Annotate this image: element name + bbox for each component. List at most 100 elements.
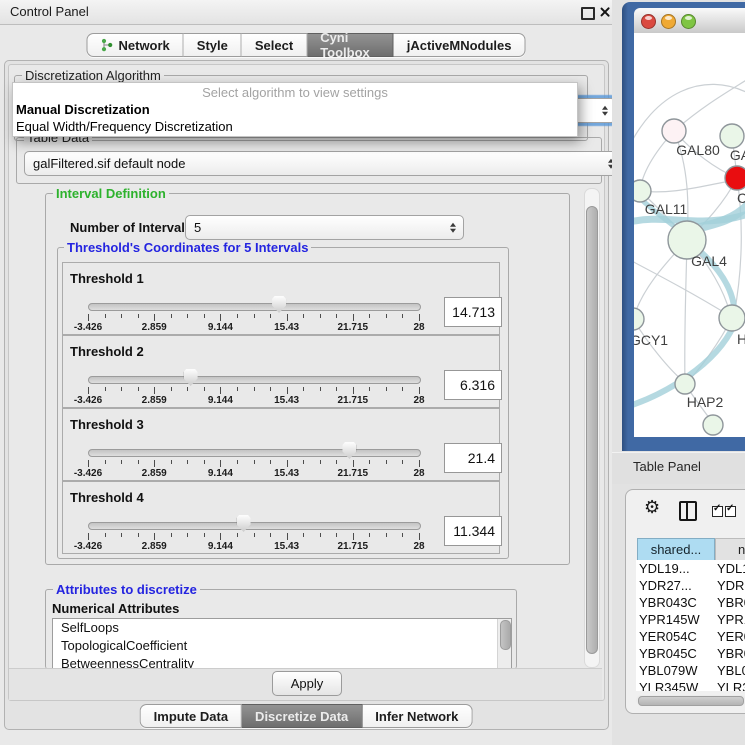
network-node-hap2[interactable] xyxy=(675,374,695,394)
network-node-h[interactable] xyxy=(719,305,745,331)
tick-mark xyxy=(402,533,403,537)
tick-mark xyxy=(254,533,255,537)
tick-label: 28 xyxy=(389,541,449,552)
table-hscrollbar-track[interactable] xyxy=(636,695,745,705)
tick-mark xyxy=(204,314,205,318)
attribute-item-topologicalcoefficient[interactable]: TopologicalCoefficient xyxy=(53,637,511,655)
number-of-intervals-combobox[interactable]: 5 xyxy=(185,215,464,240)
table-row[interactable]: YPR145WYPR1 xyxy=(636,611,745,628)
threshold-slider-track[interactable] xyxy=(88,522,421,530)
network-canvas[interactable]: GAL80GACGAL11GAL4GCY1HHAP2 xyxy=(634,33,745,437)
tick-mark xyxy=(204,387,205,391)
tick-mark xyxy=(402,387,403,391)
table-row[interactable]: YER054CYER0 xyxy=(636,628,745,645)
network-edge[interactable] xyxy=(674,79,745,131)
algorithm-option-manual-discretization[interactable]: Manual Discretization xyxy=(13,101,577,118)
attributes-list-scrollbar-thumb[interactable] xyxy=(500,620,511,650)
close-icon[interactable] xyxy=(599,6,611,18)
tick-mark xyxy=(204,533,205,537)
network-node-gal80[interactable] xyxy=(662,119,686,143)
tick-mark xyxy=(386,533,387,537)
tab-select[interactable]: Select xyxy=(242,33,307,57)
network-edge[interactable] xyxy=(640,180,737,192)
table-row[interactable]: YDL19...YDL1 xyxy=(636,560,745,577)
tick-mark xyxy=(220,460,221,467)
tick-mark xyxy=(369,387,370,391)
thresholds-group-label: Threshold's Coordinates for 5 Intervals xyxy=(64,240,311,255)
network-node-gcy1[interactable] xyxy=(634,308,644,330)
table-panel-container: ⚙ shared... na YDL19...YDL1YDR27...YDR2Y… xyxy=(625,489,745,714)
split-columns-icon[interactable] xyxy=(679,501,697,521)
close-light-icon[interactable] xyxy=(641,14,656,29)
tick-mark xyxy=(88,533,89,540)
table-row[interactable]: YBR045CYBR0 xyxy=(636,645,745,662)
tick-mark xyxy=(105,387,106,391)
threshold-1-panel: Threshold 1-3.4262.8599.14415.4321.71528… xyxy=(62,262,500,335)
apply-button[interactable]: Apply xyxy=(272,671,342,696)
zoom-light-icon[interactable] xyxy=(681,14,696,29)
tab-infer-network[interactable]: Infer Network xyxy=(362,704,472,728)
settings-gear-icon[interactable]: ⚙ xyxy=(644,498,660,516)
column-header-shared-name[interactable]: shared... xyxy=(637,538,715,561)
tab-network[interactable]: Network xyxy=(87,33,184,57)
threshold-slider-track[interactable] xyxy=(88,449,421,457)
checkbox-icon[interactable] xyxy=(712,506,723,517)
network-node-gal11[interactable] xyxy=(634,180,651,202)
table-row[interactable]: YLR345WYLR3 xyxy=(636,679,745,691)
threshold-slider-track[interactable] xyxy=(88,303,421,311)
tick-label: -3.426 xyxy=(58,395,118,406)
tick-mark xyxy=(369,533,370,537)
tick-mark xyxy=(220,314,221,321)
table-hscrollbar-thumb[interactable] xyxy=(638,696,744,706)
tab-discretize-data[interactable]: Discretize Data xyxy=(242,704,362,728)
table-row[interactable]: YBL079WYBL0 xyxy=(636,662,745,679)
tick-label: 21.715 xyxy=(323,395,383,406)
threshold-value-field[interactable]: 21.4 xyxy=(444,443,502,473)
combo-arrows-icon xyxy=(450,222,456,233)
tick-label: 21.715 xyxy=(323,541,383,552)
tab-impute-data[interactable]: Impute Data xyxy=(140,704,242,728)
tick-mark xyxy=(419,533,420,540)
network-edge[interactable] xyxy=(634,319,683,381)
tick-mark xyxy=(254,314,255,318)
tick-mark xyxy=(171,387,172,391)
threshold-slider-track[interactable] xyxy=(88,376,421,384)
algorithm-option-equal-width-frequency[interactable]: Equal Width/Frequency Discretization xyxy=(13,118,577,135)
threshold-value-field[interactable]: 14.713 xyxy=(444,297,502,327)
network-window-titlebar[interactable] xyxy=(634,8,745,34)
attribute-item-selfloops[interactable]: SelfLoops xyxy=(53,619,511,637)
table-data-combobox[interactable]: galFiltered.sif default node xyxy=(24,151,622,176)
network-node-c[interactable] xyxy=(725,166,745,190)
minimize-light-icon[interactable] xyxy=(661,14,676,29)
network-edge[interactable] xyxy=(685,240,687,384)
discretization-algorithm-group-label: Discretization Algorithm xyxy=(22,68,164,83)
tick-mark xyxy=(303,314,304,318)
table-row[interactable]: YBR043CYBR0 xyxy=(636,594,745,611)
tick-mark xyxy=(254,387,255,391)
threshold-value-field[interactable]: 6.316 xyxy=(444,370,502,400)
tick-label: -3.426 xyxy=(58,322,118,333)
attribute-item-betweennesscentrality[interactable]: BetweennessCentrality xyxy=(53,655,511,668)
network-node-ga[interactable] xyxy=(720,124,744,148)
attributes-list-scrollbar[interactable] xyxy=(497,619,511,668)
tab-jactivemnodules[interactable]: jActiveMNodules xyxy=(394,33,526,57)
network-node-label: GA xyxy=(730,147,745,163)
network-node[interactable] xyxy=(703,415,723,435)
network-node-label: HAP2 xyxy=(687,394,724,410)
tab-cyni-toolbox[interactable]: Cyni Toolbox xyxy=(307,33,394,57)
tick-mark xyxy=(220,387,221,394)
tab-label: Select xyxy=(255,38,293,53)
column-header-name[interactable]: na xyxy=(715,538,745,561)
tick-mark xyxy=(220,533,221,540)
threshold-4-panel: Threshold 4-3.4262.8599.14415.4321.71528… xyxy=(62,481,500,554)
checkbox-icon[interactable] xyxy=(725,506,736,517)
tick-mark xyxy=(254,460,255,464)
threshold-value-field[interactable]: 11.344 xyxy=(444,516,502,546)
table-row[interactable]: YDR27...YDR2 xyxy=(636,577,745,594)
threshold-label: Threshold 4 xyxy=(70,490,144,505)
settings-scrollbar-thumb[interactable] xyxy=(586,206,598,654)
cell-name: YBR0 xyxy=(717,594,745,611)
float-window-icon[interactable] xyxy=(581,7,595,20)
tab-style[interactable]: Style xyxy=(184,33,242,57)
network-icon xyxy=(101,38,114,52)
